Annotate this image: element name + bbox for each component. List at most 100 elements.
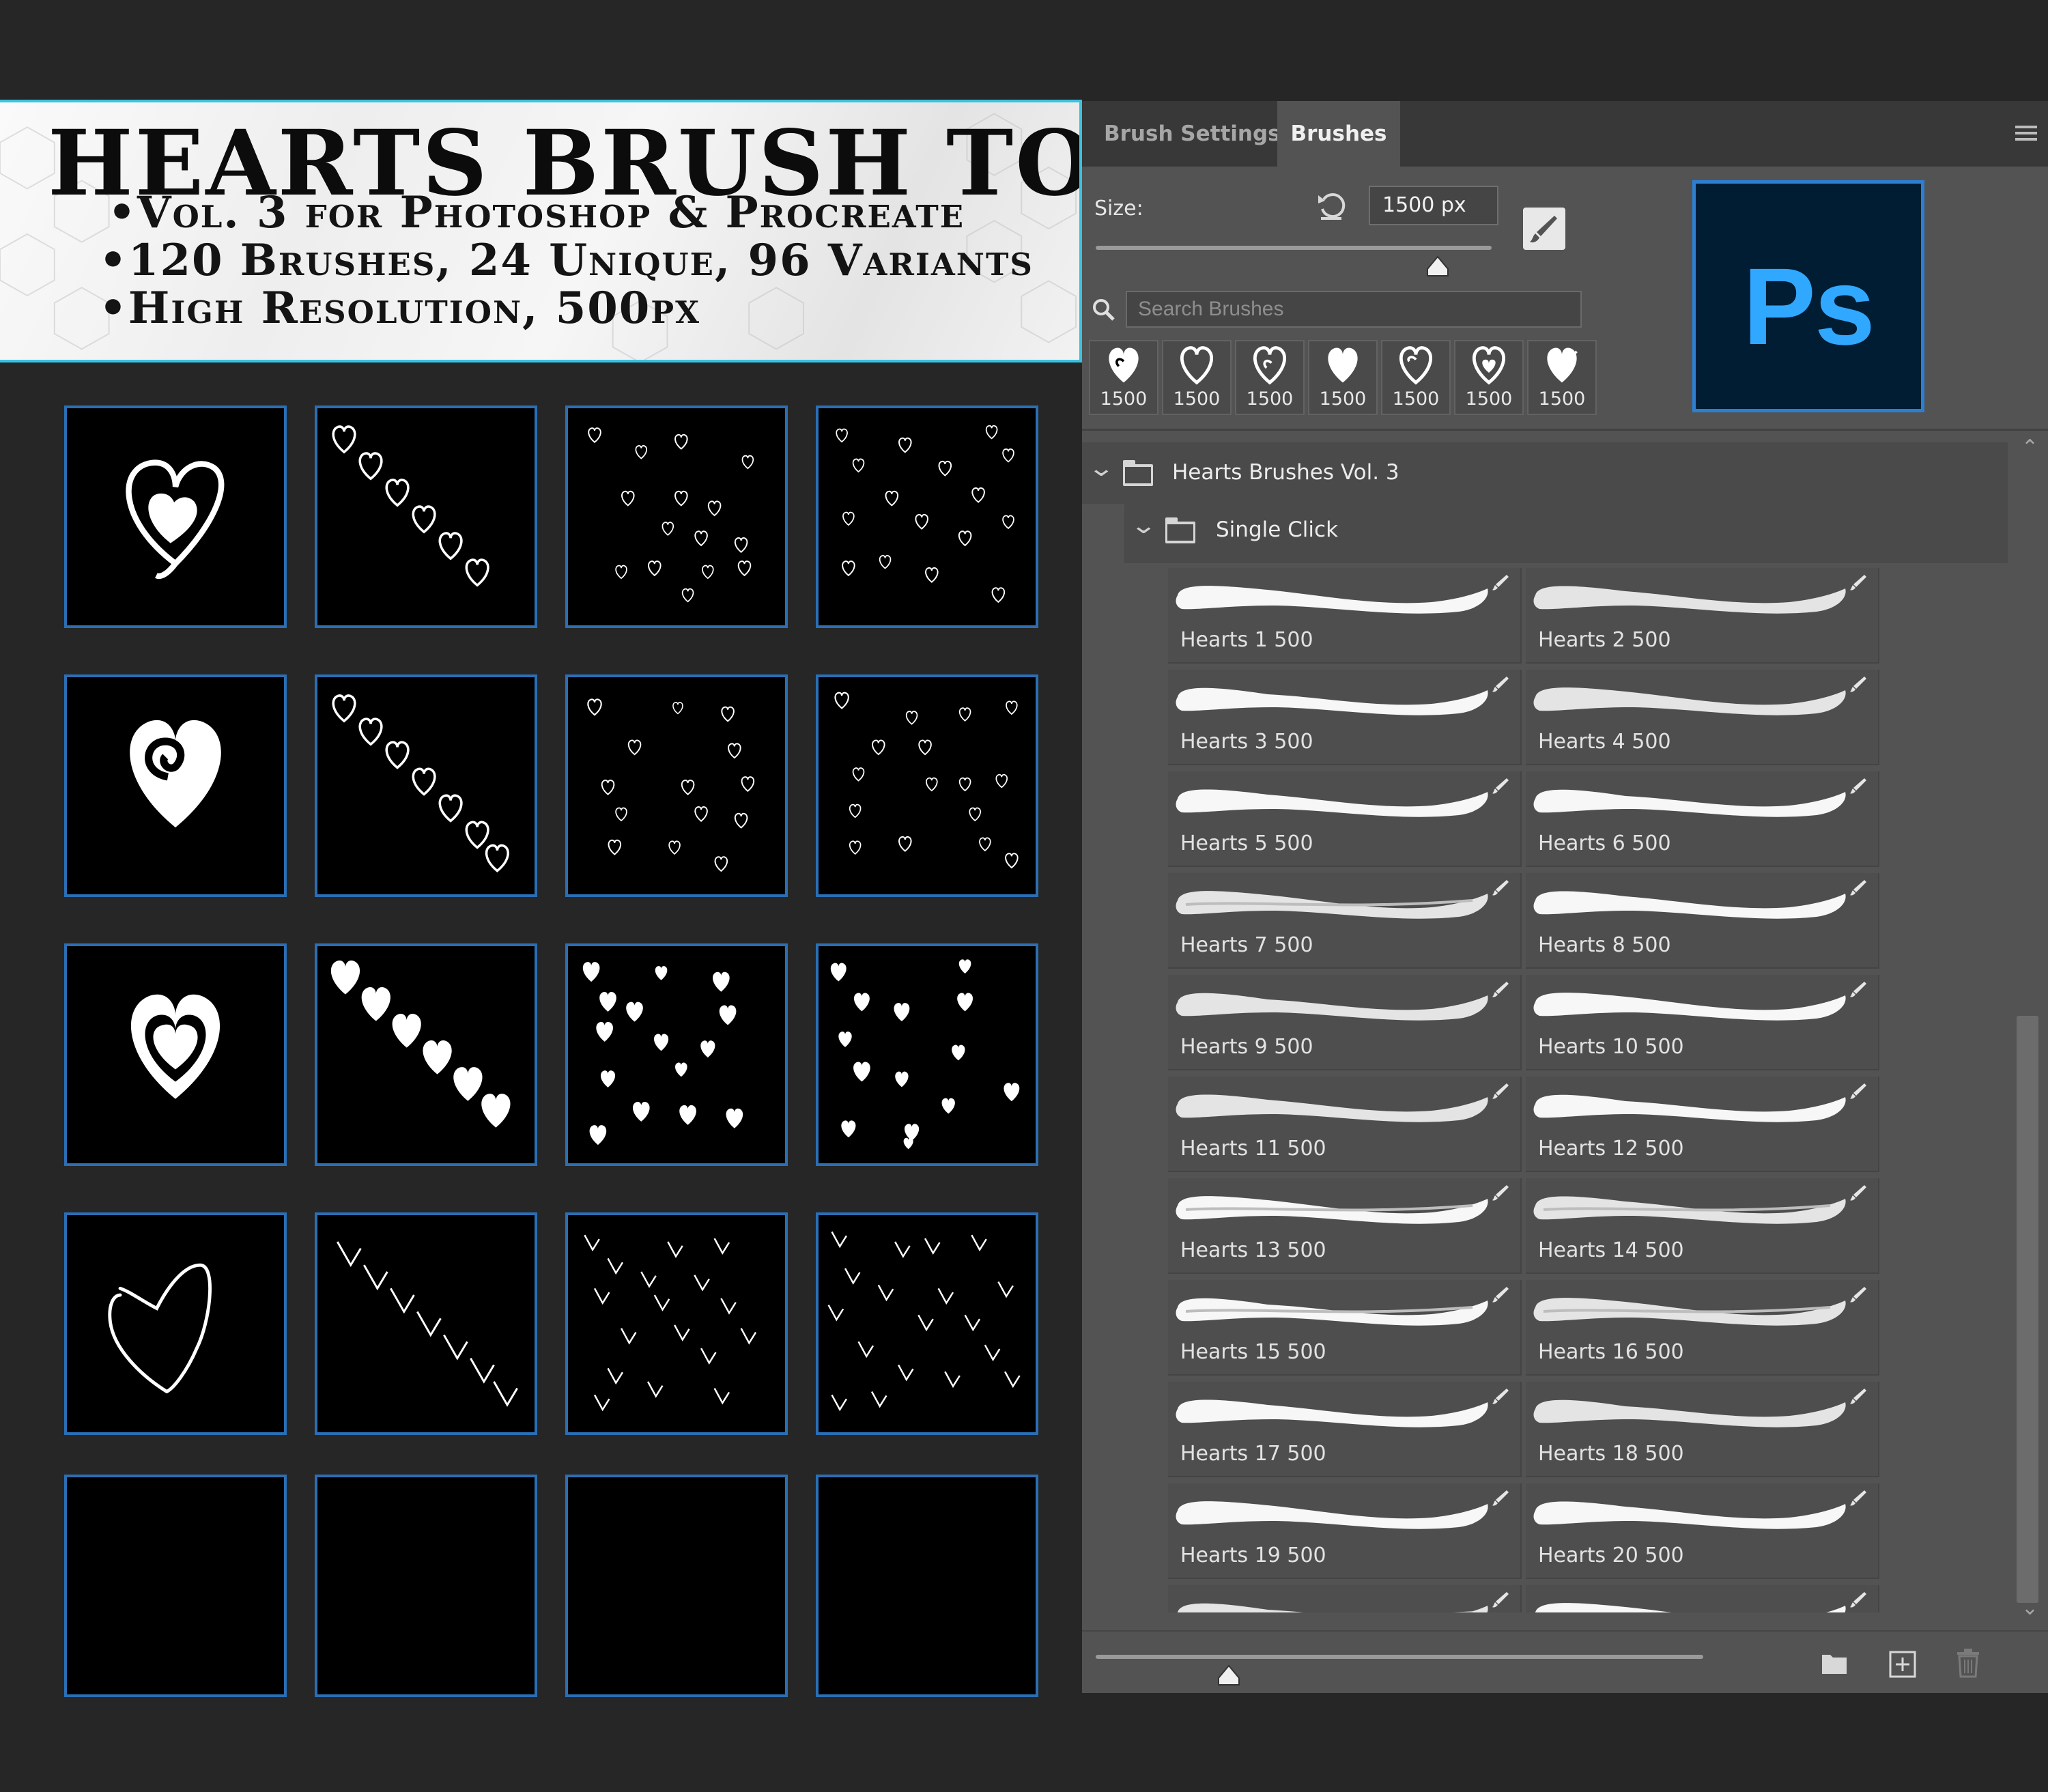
brushes-panel: Brush Settings Brushes Size: 1500 px Ps … xyxy=(1082,101,2048,1693)
brush-stroke-preview xyxy=(1176,687,1488,715)
search-brushes-input[interactable] xyxy=(1126,291,1582,328)
folder-icon[interactable] xyxy=(1819,1649,1849,1677)
panel-tabs: Brush Settings Brushes xyxy=(1082,101,2048,167)
preview-tile-r4c2 xyxy=(315,1212,537,1435)
brush-item[interactable]: Hearts 13 500 xyxy=(1168,1178,1522,1274)
trash-icon[interactable] xyxy=(1953,1647,1983,1679)
brush-item[interactable]: Hearts 18 500 xyxy=(1526,1382,1879,1477)
reset-icon[interactable] xyxy=(1314,188,1350,224)
brush-item[interactable]: Hearts 17 500 xyxy=(1168,1382,1522,1477)
brush-name: Hearts 1 500 xyxy=(1180,628,1313,652)
brush-name: Hearts 19 500 xyxy=(1180,1544,1326,1567)
recent-brush-6[interactable]: 1500 xyxy=(1454,340,1524,415)
brush-item[interactable]: Hearts 9 500 xyxy=(1168,975,1522,1070)
brush-item[interactable]: Hearts 16 500 xyxy=(1526,1280,1879,1376)
brush-pen-icon xyxy=(1850,880,1866,896)
brush-stroke-preview xyxy=(1176,1501,1488,1529)
brush-pen-icon xyxy=(1850,982,1866,997)
chevron-down-icon[interactable]: ⌄ xyxy=(1087,455,1115,482)
scroll-down-icon[interactable]: ⌄ xyxy=(2021,1596,2038,1620)
preview-tile-r1c4 xyxy=(816,406,1038,628)
size-input[interactable]: 1500 px xyxy=(1369,186,1498,225)
brush-name: Hearts 5 500 xyxy=(1180,831,1313,855)
brush-name: Hearts 14 500 xyxy=(1538,1238,1684,1262)
folder-icon xyxy=(1165,517,1195,543)
brush-item[interactable]: Hearts 1 500 xyxy=(1168,568,1522,664)
recent-brush-5[interactable]: 1500 xyxy=(1381,340,1451,415)
photoshop-logo: Ps xyxy=(1692,180,1924,412)
brush-stroke-preview xyxy=(1176,1399,1488,1427)
add-icon[interactable] xyxy=(1888,1649,1918,1679)
preview-tile-r1c3 xyxy=(565,406,788,628)
brush-item[interactable] xyxy=(1168,1585,1522,1612)
brush-stroke-preview xyxy=(1176,891,1488,919)
brush-group-row[interactable]: ⌄ Hearts Brushes Vol. 3 xyxy=(1082,442,2008,504)
brush-item[interactable] xyxy=(1526,1585,1879,1612)
brush-item[interactable]: Hearts 10 500 xyxy=(1526,975,1879,1070)
brush-item[interactable]: Hearts 6 500 xyxy=(1526,771,1879,867)
brush-pen-icon xyxy=(1850,778,1866,794)
group-name: Hearts Brushes Vol. 3 xyxy=(1172,460,1399,485)
title-banner: HEARTS BRUSH TOOLS •Vol. 3 for Photoshop… xyxy=(0,100,1082,362)
brush-pen-icon xyxy=(1850,1083,1866,1099)
brush-name: Hearts 16 500 xyxy=(1538,1340,1684,1364)
brush-stroke-preview xyxy=(1176,586,1488,614)
brush-name: Hearts 6 500 xyxy=(1538,831,1671,855)
brush-item[interactable]: Hearts 8 500 xyxy=(1526,873,1879,969)
brush-subgroup-row[interactable]: ⌄ Single Click xyxy=(1124,498,2008,563)
brush-item[interactable]: Hearts 14 500 xyxy=(1526,1178,1879,1274)
brush-item[interactable]: Hearts 2 500 xyxy=(1526,568,1879,664)
preview-tile-r5c4 xyxy=(816,1475,1038,1697)
brush-pen-icon xyxy=(1492,677,1509,692)
preview-size-slider-thumb[interactable] xyxy=(1216,1663,1242,1689)
brush-stroke-preview xyxy=(1533,586,1846,614)
recent-brush-4[interactable]: 1500 xyxy=(1308,340,1378,415)
brush-item[interactable]: Hearts 15 500 xyxy=(1168,1280,1522,1376)
brush-item[interactable]: Hearts 11 500 xyxy=(1168,1077,1522,1172)
brush-stroke-preview xyxy=(1533,891,1846,919)
recent-brush-1[interactable]: 1500 xyxy=(1089,340,1158,415)
brush-item[interactable]: Hearts 20 500 xyxy=(1526,1483,1879,1579)
preview-tile-r1c2 xyxy=(315,406,537,628)
brush-pen-icon xyxy=(1850,1287,1866,1303)
brush-pen-icon xyxy=(1850,1185,1866,1201)
brush-stroke-preview xyxy=(1176,1094,1488,1122)
brush-item[interactable]: Hearts 4 500 xyxy=(1526,670,1879,765)
size-slider-track[interactable] xyxy=(1096,246,1492,250)
brush-item[interactable]: Hearts 12 500 xyxy=(1526,1077,1879,1172)
brush-pen-icon xyxy=(1850,677,1866,692)
recent-brush-3[interactable]: 1500 xyxy=(1235,340,1305,415)
preview-tile-r2c2 xyxy=(315,674,537,897)
brush-stroke-preview xyxy=(1176,1298,1488,1326)
preview-tile-r2c1 xyxy=(64,674,287,897)
chevron-down-icon[interactable]: ⌄ xyxy=(1130,512,1157,539)
preview-tile-r4c1 xyxy=(64,1212,287,1435)
hamburger-icon[interactable] xyxy=(2015,126,2037,144)
brush-item[interactable]: Hearts 19 500 xyxy=(1168,1483,1522,1579)
search-icon xyxy=(1093,299,1115,321)
preview-tile-r3c3 xyxy=(565,943,788,1166)
recent-brush-2[interactable]: 1500 xyxy=(1162,340,1232,415)
brush-name: Hearts 8 500 xyxy=(1538,933,1671,957)
panel-bottom-bar xyxy=(1082,1630,2048,1693)
brush-tool-icon[interactable] xyxy=(1523,208,1565,250)
brush-stroke-preview xyxy=(1178,1603,1488,1612)
size-slider-thumb[interactable] xyxy=(1425,254,1451,280)
brush-pen-icon xyxy=(1850,1490,1866,1506)
preview-tile-r3c1 xyxy=(64,943,287,1166)
brush-item[interactable]: Hearts 5 500 xyxy=(1168,771,1522,867)
banner-bullet-1: •Vol. 3 for Photoshop & Procreate xyxy=(108,187,965,238)
scrollbar-thumb[interactable] xyxy=(2017,1016,2038,1603)
subgroup-name: Single Click xyxy=(1216,517,1339,542)
brush-stroke-preview xyxy=(1533,1094,1846,1122)
brush-item[interactable]: Hearts 3 500 xyxy=(1168,670,1522,765)
brush-item[interactable]: Hearts 7 500 xyxy=(1168,873,1522,969)
logo-text: Ps xyxy=(1743,245,1875,367)
preview-tile-r3c2 xyxy=(315,943,537,1166)
recent-brush-7[interactable]: 1500 xyxy=(1527,340,1597,415)
brush-pen-icon xyxy=(1492,778,1509,794)
preview-size-slider-track[interactable] xyxy=(1096,1655,1703,1659)
brush-name: Hearts 20 500 xyxy=(1538,1544,1684,1567)
tab-brushes[interactable]: Brushes xyxy=(1277,101,1400,167)
banner-bullet-3: •High Resolution, 500px xyxy=(99,283,701,334)
